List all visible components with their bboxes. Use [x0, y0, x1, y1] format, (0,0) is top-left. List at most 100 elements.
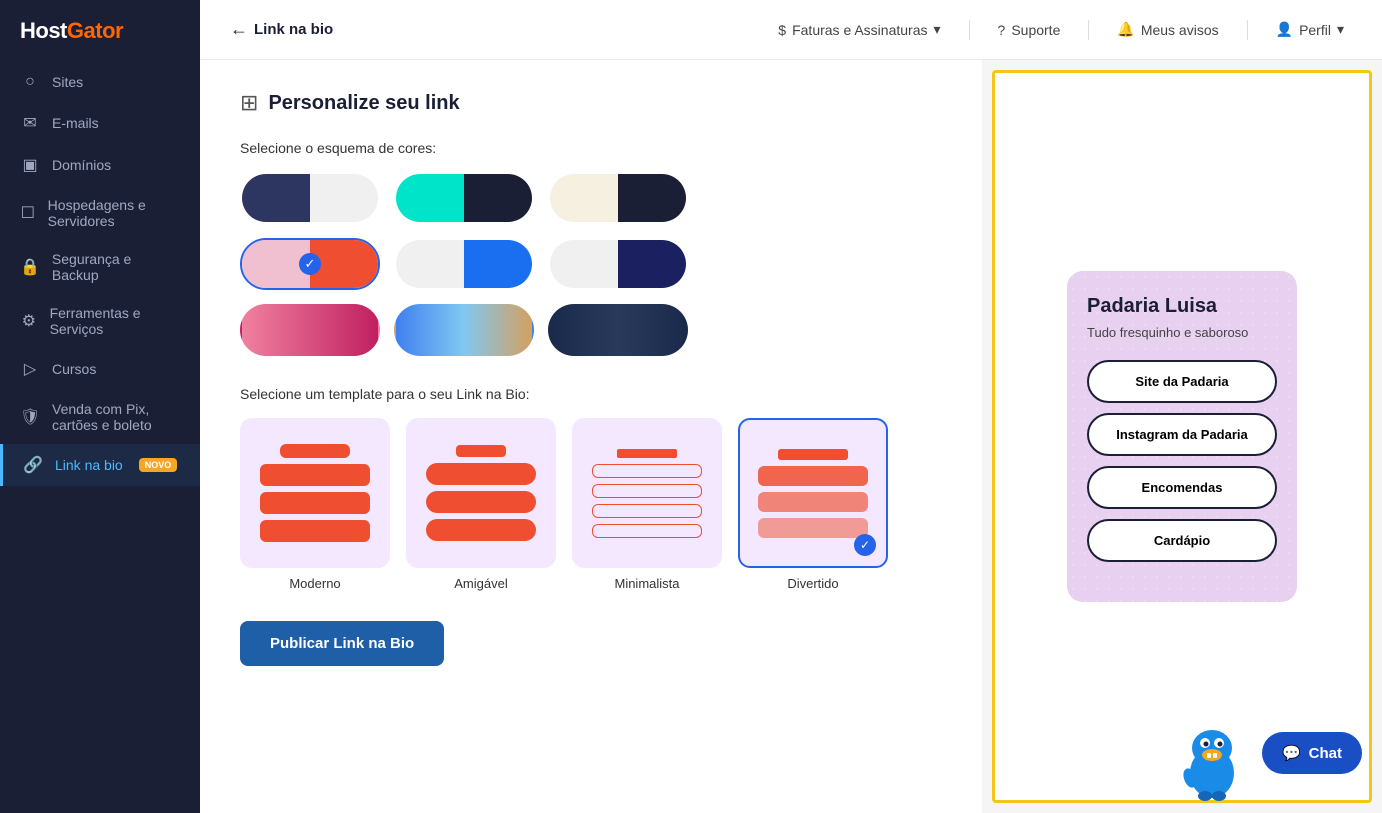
seguranca-icon: 🔒 [20, 257, 40, 277]
faturas-menu[interactable]: $ Faturas e Assinaturas ▾ [770, 17, 948, 42]
color-swatch-pink-orange[interactable]: ✓ [240, 238, 380, 290]
sidebar-label-emails: E-mails [52, 115, 99, 131]
preview-btn-3[interactable]: Encomendas [1087, 466, 1277, 509]
color-swatch-cream-dark[interactable] [548, 172, 688, 224]
faturas-chevron-icon: ▾ [934, 21, 941, 38]
avisos-label: Meus avisos [1141, 22, 1219, 38]
minimalista-bar-5 [592, 524, 702, 538]
sidebar-item-cursos[interactable]: ▷ Cursos [0, 348, 200, 390]
divertido-bar-4 [758, 518, 868, 538]
preview-card: Padaria Luisa Tudo fresquinho e saboroso… [1067, 271, 1297, 602]
color-swatch-pink-red[interactable] [240, 304, 380, 356]
faturas-icon: $ [778, 22, 786, 38]
template-moderno-label: Moderno [240, 576, 390, 591]
page-title: Personalize seu link [268, 92, 459, 115]
divertido-bar-1 [778, 449, 848, 460]
template-divertido-label: Divertido [738, 576, 888, 591]
template-moderno[interactable]: Moderno [240, 418, 390, 591]
preview-btn-4[interactable]: Cardápio [1087, 519, 1277, 562]
divertido-bar-2 [758, 466, 868, 486]
preview-btn-1[interactable]: Site da Padaria [1087, 360, 1277, 403]
topbar-divider-1 [969, 20, 970, 40]
color-swatch-white-blue[interactable] [394, 238, 534, 290]
customize-icon: ⊞ [240, 90, 258, 116]
sidebar-item-sites[interactable]: ○ Sites [0, 62, 200, 102]
template-amigavel[interactable]: Amigável [406, 418, 556, 591]
back-label: Link na bio [254, 21, 333, 38]
sidebar-label-cursos: Cursos [52, 361, 96, 377]
template-minimalista[interactable]: Minimalista [572, 418, 722, 591]
color-swatch-dark-gradient[interactable] [548, 304, 688, 356]
cursos-icon: ▷ [20, 359, 40, 379]
amigavel-bar-3 [426, 491, 536, 513]
sidebar-item-venda[interactable]: 🛡 Venda com Pix, cartões e boleto [0, 390, 200, 444]
color-swatch-white-navy[interactable] [548, 238, 688, 290]
sidebar: HostGator ○ Sites ✉ E-mails ▣ Domínios ☐… [0, 0, 200, 813]
bell-icon: 🔔 [1117, 21, 1134, 38]
back-button[interactable]: ← Link na bio [230, 19, 333, 40]
emails-icon: ✉ [20, 113, 40, 133]
main-content: ⊞ Personalize seu link Selecione o esque… [200, 60, 982, 813]
dominios-icon: ▣ [20, 155, 40, 175]
template-amigavel-label: Amigável [406, 576, 556, 591]
sidebar-item-dominios[interactable]: ▣ Domínios [0, 144, 200, 186]
topbar-divider-3 [1247, 20, 1248, 40]
preview-panel: Padaria Luisa Tudo fresquinho e saboroso… [992, 70, 1372, 803]
page-header: ⊞ Personalize seu link [240, 90, 942, 116]
sidebar-label-sites: Sites [52, 74, 83, 90]
sidebar-item-ferramentas[interactable]: ⚙ Ferramentas e Serviços [0, 294, 200, 348]
mascot-svg [1172, 713, 1252, 803]
minimalista-bar-1 [617, 449, 677, 458]
template-moderno-preview [240, 418, 390, 568]
logo: HostGator [0, 0, 200, 62]
faturas-label: Faturas e Assinaturas [792, 22, 927, 38]
template-grid: Moderno Amigável [240, 418, 942, 591]
sidebar-item-linkbio[interactable]: 🔗 Link na bio NOVO [0, 444, 200, 486]
topbar-divider-2 [1088, 20, 1089, 40]
sidebar-item-emails[interactable]: ✉ E-mails [0, 102, 200, 144]
perfil-chevron-icon: ▾ [1337, 21, 1344, 38]
venda-icon: 🛡 [20, 407, 40, 427]
moderno-bar-4 [260, 520, 370, 542]
chat-label: Chat [1309, 745, 1342, 762]
avisos-button[interactable]: 🔔 Meus avisos [1109, 17, 1226, 42]
sidebar-item-seguranca[interactable]: 🔒 Segurança e Backup [0, 240, 200, 294]
template-minimalista-preview [572, 418, 722, 568]
preview-btn-2[interactable]: Instagram da Padaria [1087, 413, 1277, 456]
perfil-label: Perfil [1299, 22, 1331, 38]
template-section-label: Selecione um template para o seu Link na… [240, 386, 942, 402]
suporte-label: Suporte [1011, 22, 1060, 38]
divertido-bar-3 [758, 492, 868, 512]
suporte-button[interactable]: ? Suporte [990, 18, 1069, 42]
publish-button[interactable]: Publicar Link na Bio [240, 621, 444, 666]
moderno-bar-3 [260, 492, 370, 514]
moderno-bar-2 [260, 464, 370, 486]
perfil-menu[interactable]: 👤 Perfil ▾ [1268, 17, 1352, 42]
minimalista-bar-2 [592, 464, 702, 478]
sites-icon: ○ [20, 73, 40, 91]
sidebar-label-seguranca: Segurança e Backup [52, 251, 180, 283]
template-divertido[interactable]: ✓ Divertido [738, 418, 888, 591]
chat-button[interactable]: 💬 Chat [1262, 732, 1362, 774]
template-check-icon: ✓ [854, 534, 876, 556]
chat-icon: 💬 [1282, 744, 1301, 762]
preview-description: Tudo fresquinho e saboroso [1087, 324, 1277, 342]
chat-mascot [1172, 713, 1252, 793]
color-swatch-cyan-dark[interactable] [394, 172, 534, 224]
color-swatch-gradient-blue[interactable] [394, 304, 534, 356]
color-check-icon: ✓ [299, 253, 321, 275]
suporte-icon: ? [998, 22, 1006, 38]
template-minimalista-label: Minimalista [572, 576, 722, 591]
color-swatch-dark-teal[interactable] [240, 172, 380, 224]
amigavel-bar-2 [426, 463, 536, 485]
sidebar-label-dominios: Domínios [52, 157, 111, 173]
ferramentas-icon: ⚙ [20, 311, 38, 331]
sidebar-item-hospedagens[interactable]: ☐ Hospedagens e Servidores [0, 186, 200, 240]
sidebar-label-hospedagens: Hospedagens e Servidores [48, 197, 180, 229]
template-amigavel-preview [406, 418, 556, 568]
minimalista-bar-4 [592, 504, 702, 518]
main-wrapper: ← Link na bio $ Faturas e Assinaturas ▾ … [200, 0, 1382, 813]
color-section-label: Selecione o esquema de cores: [240, 140, 942, 156]
hospedagens-icon: ☐ [20, 203, 36, 223]
amigavel-bar-1 [456, 445, 506, 457]
